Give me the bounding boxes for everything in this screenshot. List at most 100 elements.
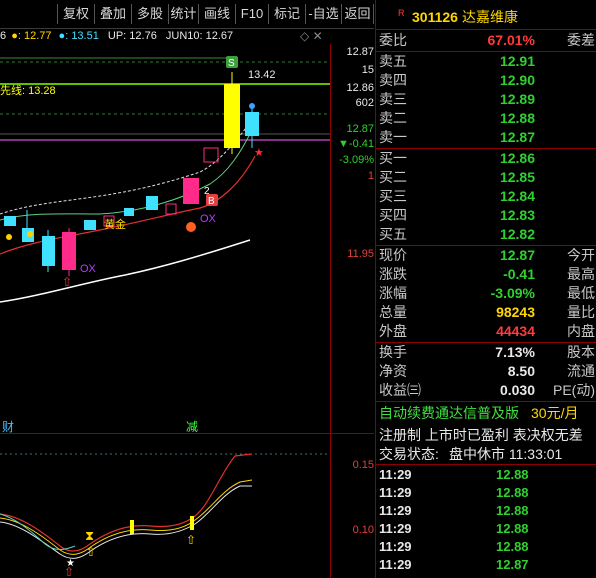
indicator-marker: ⇧: [186, 533, 196, 547]
candle: [42, 236, 55, 266]
lower-axis-a1: 0.15: [352, 459, 374, 471]
fanhui-button[interactable]: 返回: [341, 4, 374, 24]
stat-right-label: 量比: [567, 304, 595, 320]
weicha-label: 委差: [567, 32, 595, 48]
promo-price[interactable]: 30元/月: [531, 403, 578, 423]
axis-p2: 15: [361, 64, 374, 76]
ask-price: 12.89: [499, 91, 535, 107]
info-v1: : 12.77: [17, 30, 52, 42]
axis-p8: 1: [367, 170, 374, 182]
stat2-label: 换手: [379, 344, 407, 360]
ask-row-1: 卖一 12.87: [376, 128, 596, 147]
candlestick-chart[interactable]: S B ★ ⇧ 先线: 13.28 13.42 OX OX 2 黄金: [0, 44, 330, 433]
tick-row: 11:29 12.88: [376, 466, 596, 484]
dot-marker: [249, 103, 255, 109]
bid-row-2: 买二 12.85: [376, 168, 596, 187]
stat-label: 外盘: [379, 323, 407, 339]
diejia-button[interactable]: 叠加: [94, 4, 131, 24]
info-jun: JUN10: 12.67: [165, 30, 234, 42]
biaoji-button[interactable]: 标记: [268, 4, 305, 24]
indicator-cyan-line: [0, 513, 76, 550]
tick-time: 11:29: [379, 467, 412, 482]
hdivider: [376, 401, 596, 402]
stat2-right-label: 流通: [567, 363, 595, 379]
indicator-marker: ⧗: [85, 529, 94, 544]
ask-price: 12.90: [499, 72, 535, 88]
promo-banner[interactable]: 自动续费通达信普及版 30元/月: [376, 403, 596, 423]
tick-price: 12.87: [496, 557, 529, 572]
tick-row: 11:29 12.87: [376, 556, 596, 574]
zixuan-button[interactable]: -自选: [305, 4, 341, 24]
bid-price: 12.84: [499, 188, 535, 204]
stat-right-label: 今开: [567, 247, 595, 263]
r-mark: R: [398, 8, 405, 18]
divider-label-mid: 减: [186, 420, 199, 434]
candle: [203, 147, 219, 163]
ox-label-1: OX: [80, 263, 97, 275]
s-marker: S: [228, 58, 235, 69]
bid-label: 买二: [379, 169, 407, 185]
indicator-white-line: [0, 485, 252, 559]
stat-value: -3.09%: [490, 285, 535, 301]
stat-label: 总量: [379, 304, 407, 320]
divider-label-left: 财: [2, 420, 15, 434]
ask-row-3: 卖三 12.89: [376, 90, 596, 109]
stat2-value: 8.50: [507, 363, 535, 379]
candle: [165, 203, 177, 215]
stat2-row: 净资 8.50 流通: [376, 362, 596, 381]
stat-value: 44434: [496, 323, 535, 339]
ask-label: 卖二: [379, 110, 407, 126]
ask-row-2: 卖二 12.88: [376, 109, 596, 128]
axis-p3: 12.86: [346, 82, 374, 94]
tick-time: 11:29: [379, 503, 412, 518]
ox-label-2: OX: [200, 213, 217, 225]
tick-price: 12.88: [496, 521, 529, 536]
ask-label: 卖四: [379, 72, 407, 88]
notice-text: 注册制 上市时已盈利 表决权无差: [379, 427, 583, 443]
tongji-button[interactable]: 统计: [168, 4, 198, 24]
candle: [124, 208, 134, 216]
tick-row: 11:29 12.88: [376, 502, 596, 520]
trade-status-row: 交易状态: 盘中休市 11:33:01: [376, 444, 596, 464]
bid-row-1: 买一 12.86: [376, 149, 596, 168]
ask-label: 卖五: [379, 53, 407, 69]
axis-p9: 11.95: [347, 248, 374, 260]
stat2-right-label: 股本: [567, 344, 595, 360]
fuquan-button[interactable]: 复权: [57, 4, 94, 24]
ask-row-4: 卖四 12.90: [376, 71, 596, 90]
tick-row: 11:29 12.88: [376, 520, 596, 538]
indicator-bar: [190, 516, 194, 530]
indicator-chart[interactable]: ⧗ ⇧ ⇧ ★ ⇧: [0, 434, 330, 578]
stat2-value: 0.030: [499, 382, 535, 398]
candle: [146, 196, 158, 210]
bid-price: 12.82: [499, 226, 535, 242]
candle: [183, 178, 199, 204]
promo-text[interactable]: 自动续费通达信普及版: [379, 403, 519, 423]
axis-p7: -3.09%: [339, 154, 374, 166]
quote-panel: R 301126 达嘉维康 委比 67.01% 委差 卖五 12.91 卖四 1…: [375, 0, 596, 578]
huaxian-button[interactable]: 画线: [198, 4, 235, 24]
stat-row: 涨幅 -3.09% 最低: [376, 284, 596, 303]
candles: [4, 72, 259, 276]
hdivider: [376, 29, 596, 30]
expand-icons[interactable]: ◇ ✕: [300, 29, 330, 43]
stat2-row: 收益㈢ 0.030 PE(动): [376, 381, 596, 400]
weibi-label: 委比: [379, 32, 407, 48]
axis-p6: ▼-0.41: [338, 138, 374, 150]
stat-row: 总量 98243 量比: [376, 303, 596, 322]
ask-price: 12.91: [499, 53, 535, 69]
stat-row: 涨跌 -0.41 最高: [376, 265, 596, 284]
toolbar: 复权 叠加 多股 统计 画线 F10 标记 -自选 返回: [0, 0, 374, 29]
indicator-arrow: ⇧: [64, 565, 74, 578]
stock-header: R 301126 达嘉维康: [376, 6, 596, 28]
stat-row: 现价 12.87 今开: [376, 246, 596, 265]
hdivider: [376, 464, 596, 465]
indicator-info-line: 6 ●: 12.77 ●: 13.51 UP: 12.76 JUN10: 12.…: [0, 28, 330, 44]
ask-label: 卖一: [379, 129, 407, 145]
bid-label: 买五: [379, 226, 407, 242]
f10-button[interactable]: F10: [235, 4, 268, 24]
stat-value: 98243: [496, 304, 535, 320]
duogu-button[interactable]: 多股: [131, 4, 168, 24]
huangjin-label: 黄金: [104, 217, 126, 231]
ask-label: 卖三: [379, 91, 407, 107]
